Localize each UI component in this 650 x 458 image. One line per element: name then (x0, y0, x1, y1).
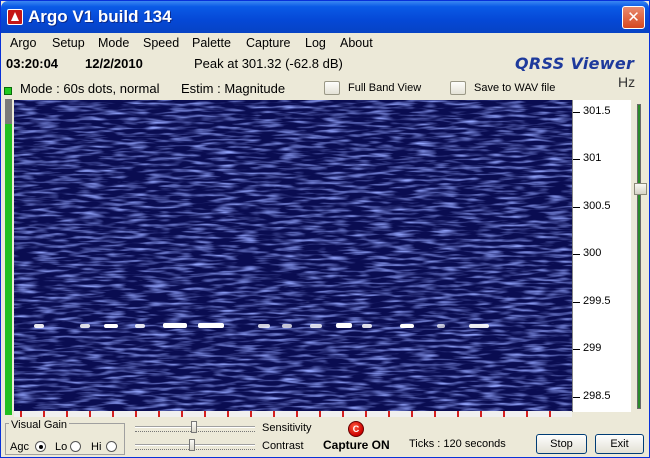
signal-dot (282, 324, 292, 328)
scale-tick (573, 302, 580, 303)
brand-label: QRSS Viewer (515, 54, 635, 73)
signal-dash (336, 323, 352, 328)
menu-argo[interactable]: Argo (10, 36, 36, 50)
menu-log[interactable]: Log (305, 36, 326, 50)
scale-tick (573, 349, 580, 350)
peak-readout: Peak at 301.32 (-62.8 dB) (194, 56, 343, 71)
signal-dot (258, 324, 270, 328)
signal-dot (362, 324, 372, 328)
argo-app-icon[interactable] (7, 9, 23, 25)
menu-setup[interactable]: Setup (52, 36, 85, 50)
hi-radio[interactable] (106, 441, 117, 452)
menu-palette[interactable]: Palette (192, 36, 231, 50)
scale-label-301-5: 301.5 (583, 105, 611, 117)
scale-tick (573, 397, 580, 398)
scale-label-299: 299 (583, 342, 602, 354)
signal-dot (310, 324, 322, 328)
signal-dot (34, 324, 44, 328)
waterfall-svg (14, 100, 572, 412)
signal-dash (163, 323, 187, 328)
signal-level-fill (5, 124, 12, 415)
waterfall-speckle (14, 100, 572, 412)
app-window: Argo V1 build 134 ✕ Argo Setup Mode Spee… (0, 0, 650, 458)
vertical-slider-thumb[interactable] (634, 183, 647, 195)
save-wav-label[interactable]: Save to WAV file (474, 82, 555, 94)
stop-button[interactable]: Stop (536, 434, 587, 454)
exit-button[interactable]: Exit (595, 434, 644, 454)
menu-mode[interactable]: Mode (98, 36, 129, 50)
signal-dot (104, 324, 118, 328)
menu-capture[interactable]: Capture (246, 36, 290, 50)
menu-speed[interactable]: Speed (143, 36, 179, 50)
save-wav-checkbox[interactable] (450, 81, 466, 95)
waterfall-display[interactable] (14, 100, 572, 412)
mode-bar: Mode : 60s dots, normal Estim : Magnitud… (1, 77, 649, 99)
agc-radio[interactable] (35, 441, 46, 452)
contrast-slider-thumb[interactable] (189, 439, 195, 451)
scale-label-301: 301 (583, 152, 602, 164)
agc-label[interactable]: Agc (10, 441, 29, 453)
full-band-checkbox[interactable] (324, 81, 340, 95)
scale-tick (573, 207, 580, 208)
info-bar: 03:20:04 12/2/2010 Peak at 301.32 (-62.8… (1, 53, 649, 75)
scale-tick (573, 254, 580, 255)
scale-label-299-5: 299.5 (583, 295, 611, 307)
control-panel: Agc Lo Hi Visual Gain Sensitivity Contra… (1, 417, 649, 458)
signal-dash (198, 323, 224, 328)
window-title: Argo V1 build 134 (28, 7, 172, 26)
hz-unit: Hz (618, 74, 636, 90)
close-button[interactable]: ✕ (622, 6, 645, 29)
title-bar[interactable]: Argo V1 build 134 ✕ (1, 1, 649, 33)
lo-radio[interactable] (70, 441, 81, 452)
date: 12/2/2010 (85, 56, 143, 71)
frequency-scale: 301.5 301 300.5 300 299.5 299 298.5 (572, 100, 631, 412)
scale-label-300-5: 300.5 (583, 200, 611, 212)
signal-dash (469, 324, 489, 328)
scale-label-298-5: 298.5 (583, 390, 611, 402)
estim-label: Estim : Magnitude (181, 81, 286, 96)
scale-tick (573, 159, 580, 160)
signal-dot (80, 324, 90, 328)
hi-label[interactable]: Hi (91, 441, 101, 453)
contrast-label: Contrast (262, 440, 304, 452)
scale-tick (573, 112, 580, 113)
sensitivity-slider-thumb[interactable] (191, 421, 197, 433)
capture-status: Capture ON (323, 438, 390, 452)
visual-gain-title: Visual Gain (9, 419, 70, 431)
contrast-slider-track[interactable] (135, 444, 255, 446)
mode-label: Mode : 60s dots, normal (20, 81, 160, 96)
signal-dot (400, 324, 414, 328)
menu-about[interactable]: About (340, 36, 373, 50)
vertical-slider-track[interactable] (637, 104, 641, 409)
full-band-label[interactable]: Full Band View (348, 82, 421, 94)
utc-time: 03:20:04 (6, 56, 59, 71)
sensitivity-label: Sensitivity (262, 422, 312, 434)
scale-label-300: 300 (583, 247, 602, 259)
menu-bar: Argo Setup Mode Speed Palette Capture Lo… (1, 34, 649, 53)
contrast-slider-ticks (135, 447, 255, 450)
signal-dot (437, 324, 445, 328)
signal-dot (135, 324, 145, 328)
lo-label[interactable]: Lo (55, 441, 67, 453)
ticks-readout: Ticks : 120 seconds (409, 438, 506, 450)
capture-icon: C (348, 421, 364, 437)
signal-level-bar (5, 99, 12, 415)
